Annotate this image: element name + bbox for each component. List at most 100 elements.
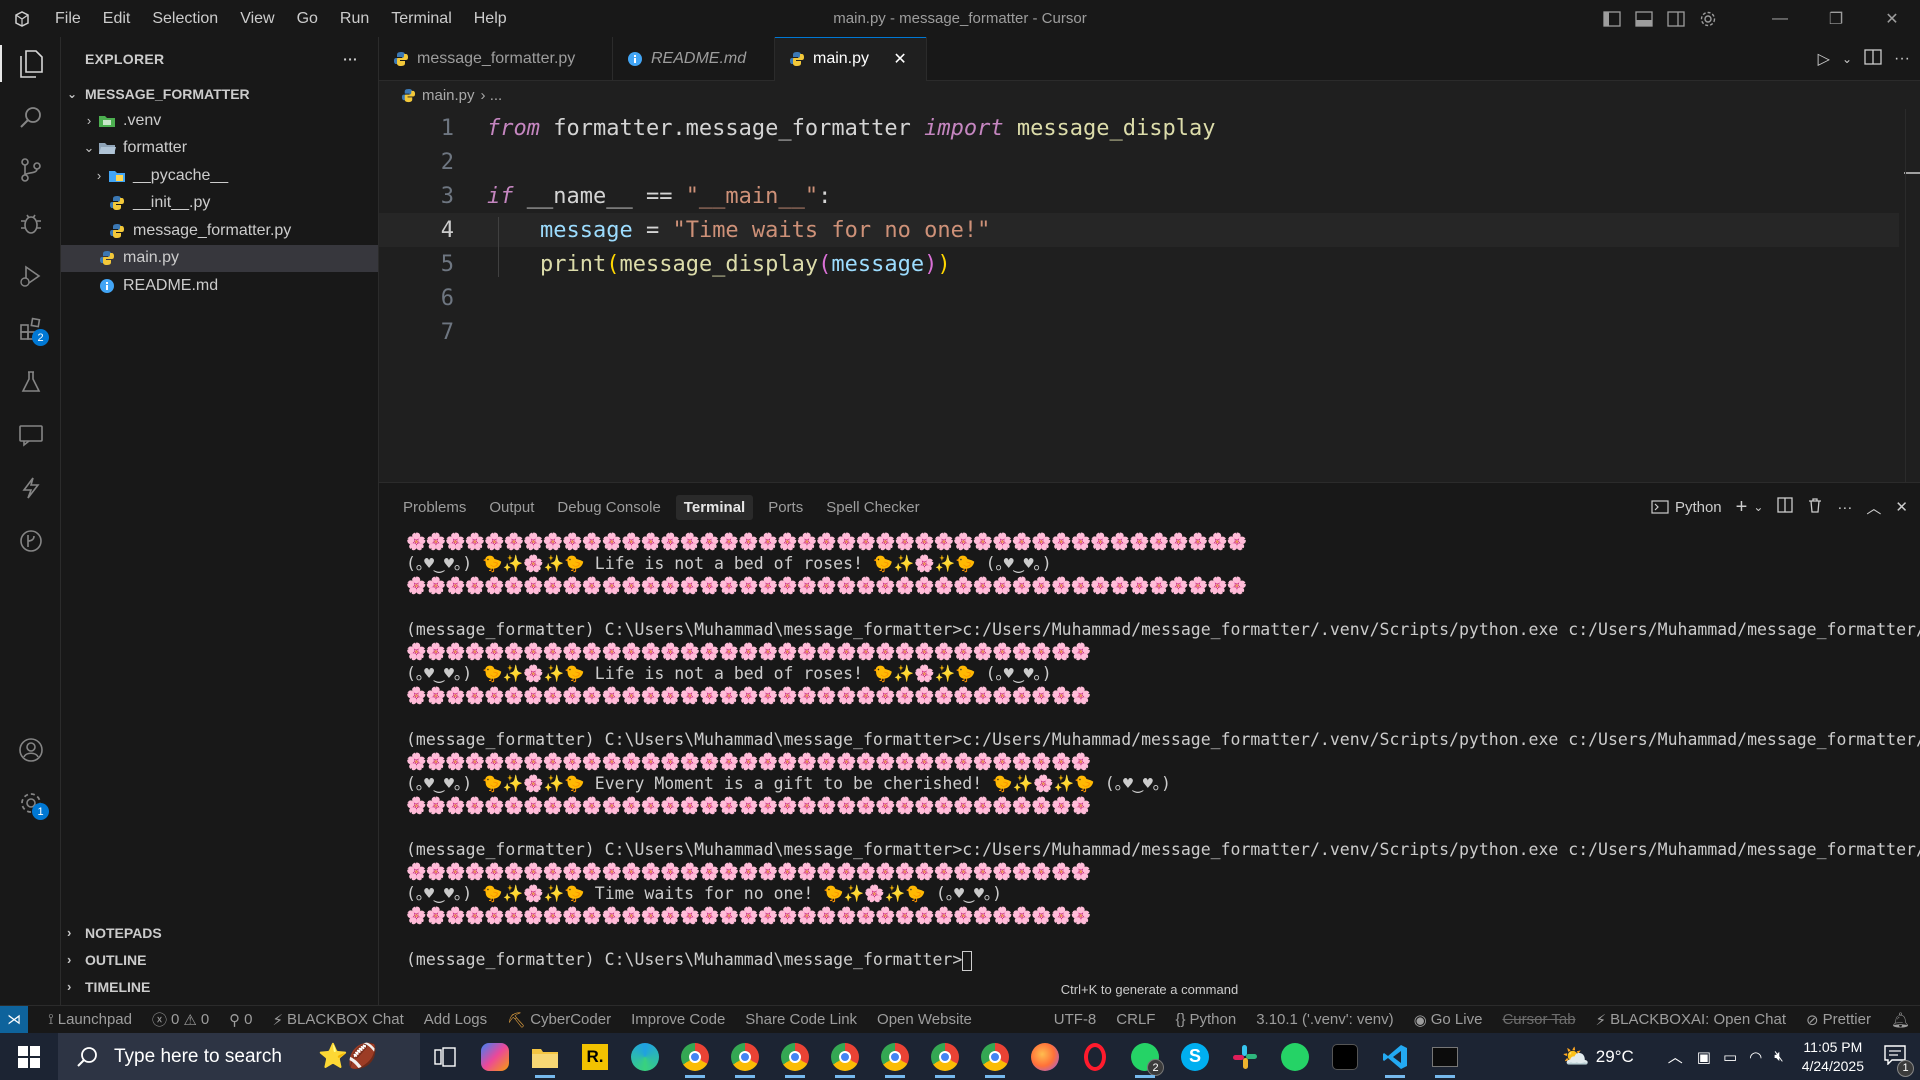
status-eol[interactable]: CRLF: [1106, 1011, 1165, 1028]
chrome-profile-6-icon[interactable]: [920, 1033, 970, 1080]
toggle-secondary-sidebar-icon[interactable]: [1660, 0, 1692, 37]
status-launchpad[interactable]: ⟟ Launchpad: [38, 1011, 142, 1028]
whatsapp-business-icon[interactable]: 2: [1120, 1033, 1170, 1080]
account-icon[interactable]: [0, 723, 61, 776]
run-debug-icon[interactable]: [0, 249, 61, 302]
edge-browser-icon[interactable]: [620, 1033, 670, 1080]
firefox-browser-icon[interactable]: [1020, 1033, 1070, 1080]
panel-tab-ports[interactable]: Ports: [760, 495, 811, 520]
weather-temperature[interactable]: 29°C: [1596, 1047, 1660, 1067]
split-terminal-icon[interactable]: [1777, 497, 1794, 517]
status-prettier[interactable]: ⊘ Prettier: [1796, 1011, 1881, 1029]
vscode-icon[interactable]: [1370, 1033, 1420, 1080]
battery-icon[interactable]: ▭: [1717, 1048, 1743, 1066]
lightning-icon[interactable]: [0, 461, 61, 514]
terminal-shell-selector[interactable]: Python: [1651, 499, 1722, 516]
chrome-profile-3-icon[interactable]: [770, 1033, 820, 1080]
panel-tab-output[interactable]: Output: [481, 495, 542, 520]
menu-edit[interactable]: Edit: [92, 0, 142, 37]
section-timeline[interactable]: › TIMELINE: [61, 973, 379, 1000]
close-icon[interactable]: ✕: [891, 49, 909, 69]
manage-gear-icon[interactable]: 1: [0, 776, 61, 829]
close-window-icon[interactable]: ✕: [1864, 0, 1920, 37]
status-blackbox-chat[interactable]: ⚡ BLACKBOX Chat: [263, 1011, 414, 1029]
status-open-website[interactable]: Open Website: [867, 1011, 982, 1028]
run-python-file-icon[interactable]: ▷: [1818, 49, 1830, 69]
status-language[interactable]: {} Python: [1165, 1011, 1246, 1028]
menu-selection[interactable]: Selection: [141, 0, 229, 37]
tree-item-main-py[interactable]: main.py: [61, 244, 378, 272]
panel-tab-problems[interactable]: Problems: [395, 495, 474, 520]
tab-main-py[interactable]: main.py ✕: [775, 37, 927, 81]
panel-tab-terminal[interactable]: Terminal: [675, 494, 754, 520]
breadcrumb-file[interactable]: main.py: [422, 87, 475, 104]
maximize-panel-chevron-up-icon[interactable]: ︿: [1866, 497, 1881, 518]
restore-icon[interactable]: ❐: [1808, 0, 1864, 37]
weather-icon[interactable]: ⛅: [1556, 1044, 1595, 1070]
status-improve-code[interactable]: Improve Code: [621, 1011, 735, 1028]
meet-now-icon[interactable]: ▣: [1691, 1048, 1717, 1066]
workspace-root[interactable]: ⌄ MESSAGE_FORMATTER: [61, 81, 378, 107]
tab-readme-md[interactable]: README.md: [613, 37, 775, 81]
new-terminal-plus-icon[interactable]: +: [1736, 496, 1748, 519]
app-r-icon[interactable]: R.: [570, 1033, 620, 1080]
source-control-icon[interactable]: [0, 143, 61, 196]
panel-tab-spell-checker[interactable]: Spell Checker: [818, 495, 927, 520]
copilot-icon[interactable]: [470, 1033, 520, 1080]
menu-run[interactable]: Run: [329, 0, 380, 37]
code-editor[interactable]: 1 from formatter.message_formatter impor…: [379, 109, 1920, 482]
more-actions-icon[interactable]: ···: [1894, 50, 1910, 68]
chrome-profile-2-icon[interactable]: [720, 1033, 770, 1080]
cursor-app-icon[interactable]: [1320, 1033, 1370, 1080]
task-view-icon[interactable]: [420, 1033, 470, 1080]
tree-item-init-py[interactable]: __init__.py: [61, 190, 378, 218]
explorer-more-actions[interactable]: ···: [343, 51, 358, 67]
status-add-logs[interactable]: Add Logs: [414, 1011, 497, 1028]
toggle-primary-sidebar-icon[interactable]: [1596, 0, 1628, 37]
remote-explorer-icon[interactable]: [0, 408, 61, 461]
taskbar-clock[interactable]: 11:05 PM 4/24/2025: [1790, 1038, 1876, 1076]
tree-item-formatter[interactable]: ⌄ formatter: [61, 135, 378, 163]
opera-browser-icon[interactable]: [1070, 1033, 1120, 1080]
terminal-output[interactable]: 🌸🌸🌸🌸🌸🌸🌸🌸🌸🌸🌸🌸🌸🌸🌸🌸🌸🌸🌸🌸🌸🌸🌸🌸🌸🌸🌸🌸🌸🌸🌸🌸🌸🌸🌸 🌸🌸🌸🌸🌸…: [406, 531, 1920, 971]
status-interpreter[interactable]: 3.10.1 ('.venv': venv): [1246, 1011, 1403, 1028]
slack-icon[interactable]: [1220, 1033, 1270, 1080]
chrome-profile-7-icon[interactable]: [970, 1033, 1020, 1080]
tree-item-venv[interactable]: › .venv: [61, 107, 378, 135]
chrome-profile-5-icon[interactable]: [870, 1033, 920, 1080]
chevron-down-icon[interactable]: ⌄: [1753, 500, 1763, 514]
chevron-down-icon[interactable]: ⌄: [1842, 52, 1852, 66]
more-actions-icon[interactable]: ···: [1837, 499, 1852, 516]
terminal-app-icon[interactable]: [1420, 1033, 1470, 1080]
status-cursor-tab[interactable]: Cursor Tab: [1492, 1011, 1585, 1028]
split-editor-icon[interactable]: [1864, 48, 1882, 70]
section-notepads[interactable]: › NOTEPADS: [61, 919, 379, 946]
status-share-code-link[interactable]: Share Code Link: [735, 1011, 867, 1028]
tree-item-pycache[interactable]: › __pycache__: [61, 162, 378, 190]
tab-message-formatter-py[interactable]: message_formatter.py: [379, 37, 613, 81]
section-outline[interactable]: › OUTLINE: [61, 946, 379, 973]
status-ports[interactable]: ⚲ 0: [219, 1011, 262, 1029]
chrome-browser-icon[interactable]: [670, 1033, 720, 1080]
kill-terminal-trash-icon[interactable]: [1807, 497, 1823, 517]
panel-tab-debug-console[interactable]: Debug Console: [549, 495, 668, 520]
toggle-panel-icon[interactable]: [1628, 0, 1660, 37]
tree-item-message-formatter-py[interactable]: message_formatter.py: [61, 217, 378, 245]
menu-go[interactable]: Go: [286, 0, 329, 37]
search-activity-icon[interactable]: [0, 90, 61, 143]
status-problems[interactable]: ⓧ 0 ⚠ 0: [142, 1009, 219, 1030]
testing-flask-icon[interactable]: [0, 355, 61, 408]
gitlens-icon[interactable]: [0, 514, 61, 567]
notification-center-icon[interactable]: 1: [1876, 1044, 1920, 1077]
menu-view[interactable]: View: [229, 0, 285, 37]
settings-gear-icon[interactable]: [1692, 0, 1724, 37]
minimize-icon[interactable]: —: [1752, 0, 1808, 37]
notifications-bell-icon[interactable]: 🔔︎: [1881, 1011, 1920, 1029]
status-encoding[interactable]: UTF-8: [1044, 1011, 1107, 1028]
file-explorer-icon[interactable]: [520, 1033, 570, 1080]
explorer-activity-icon[interactable]: [0, 37, 61, 90]
breadcrumb-rest[interactable]: › ...: [481, 87, 503, 104]
show-hidden-icons-chevron-up-icon[interactable]: ︿: [1660, 1046, 1691, 1067]
menu-file[interactable]: File: [44, 0, 92, 37]
windows-start-icon[interactable]: [0, 1033, 58, 1080]
